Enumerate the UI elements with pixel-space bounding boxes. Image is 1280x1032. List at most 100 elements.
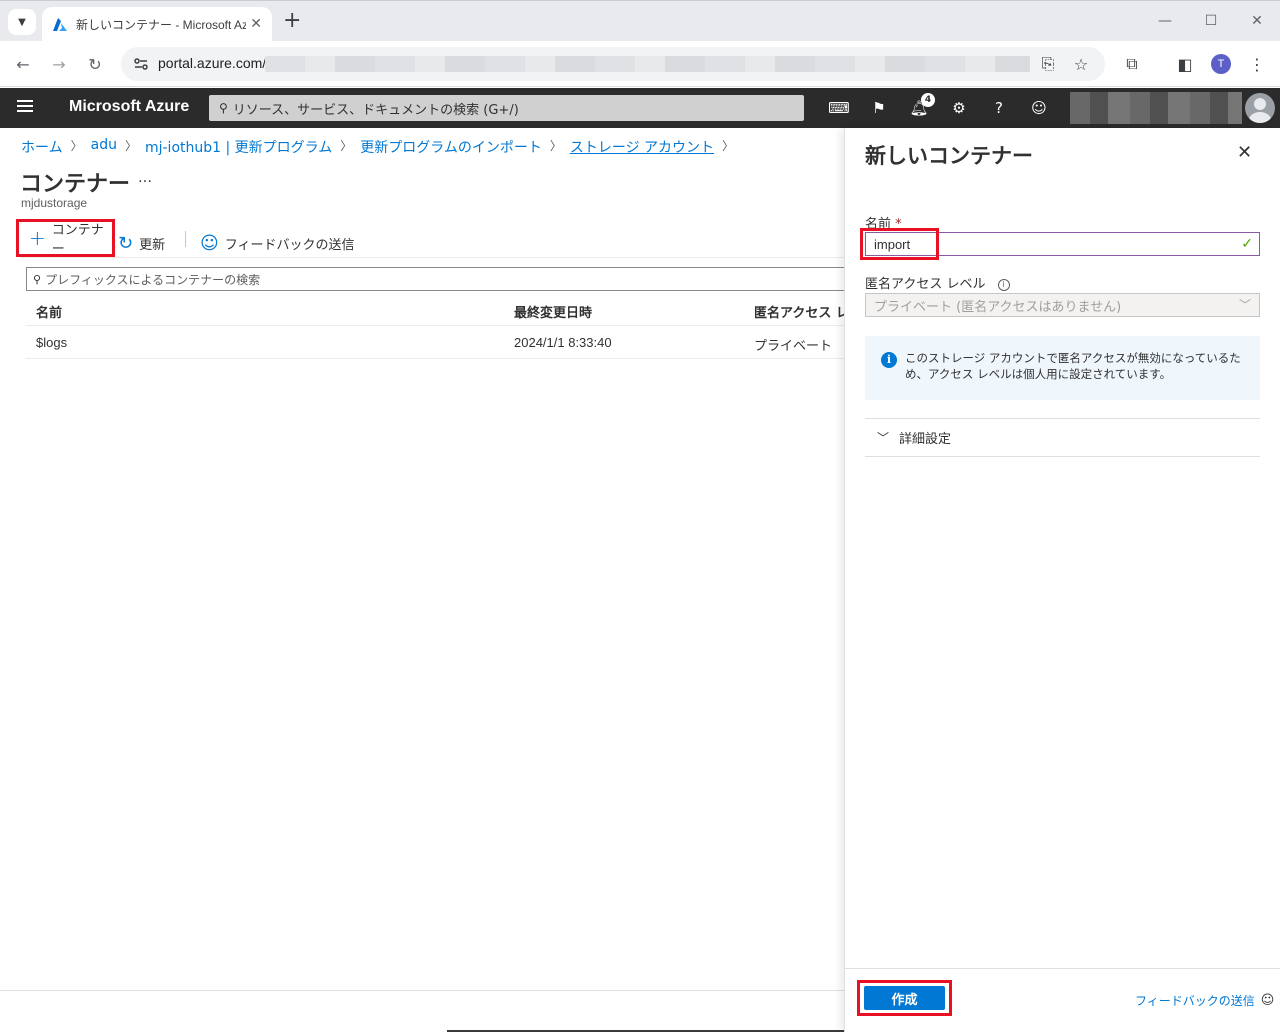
divider [0, 990, 845, 991]
maximize-icon[interactable]: ☐ [1188, 1, 1234, 41]
hamburger-menu-icon[interactable] [17, 100, 33, 114]
blade-title: 新しいコンテナー [865, 144, 1033, 168]
profile-avatar[interactable]: T [1211, 54, 1231, 74]
url-text: portal.azure.com/ [158, 55, 267, 71]
more-options-icon[interactable]: … [138, 170, 152, 186]
breadcrumb-import-update[interactable]: 更新プログラムのインポート [360, 137, 542, 157]
info-message-text: このストレージ アカウントで匿名アクセスが無効になっているため、アクセス レベル… [905, 351, 1241, 381]
table-row[interactable]: $logs 2024/1/1 8:33:40 プライベート [26, 326, 844, 359]
container-search-input[interactable]: ⚲ プレフィックスによるコンテナーの検索 [26, 267, 856, 291]
forward-icon[interactable]: → [47, 52, 71, 76]
window-controls: — ☐ ✕ [1142, 1, 1280, 41]
bookmark-star-icon[interactable]: ☆ [1071, 54, 1091, 74]
refresh-button[interactable]: ↻ 更新 [118, 228, 165, 258]
info-icon[interactable]: i [997, 279, 1010, 291]
cloud-shell-icon[interactable]: ⌨ [828, 98, 850, 118]
breadcrumb-adu[interactable]: adu [91, 137, 117, 157]
name-highlight-box [860, 228, 939, 260]
column-header-name[interactable]: 名前 [36, 302, 62, 321]
chevron-down-icon: ▼ [18, 16, 26, 28]
reload-icon[interactable]: ↻ [83, 52, 107, 76]
feedback-icon[interactable]: ☺ [1029, 98, 1049, 118]
browser-tab[interactable]: 新しいコンテナー - Microsoft Azure ✕ [42, 7, 272, 42]
chevron-right-icon: 〉 [70, 139, 83, 153]
toolbar-divider-line [20, 257, 845, 258]
refresh-icon: ↻ [118, 232, 134, 254]
chevron-down-icon: ﹀ [877, 431, 890, 445]
omnibox[interactable]: portal.azure.com/ ⎘ ☆ [121, 47, 1105, 81]
divider [865, 456, 1260, 457]
extensions-icon[interactable]: ⧉ [1121, 53, 1143, 75]
tab-title: 新しいコンテナー - Microsoft Azure [76, 18, 246, 32]
site-settings-icon[interactable] [133, 56, 149, 72]
breadcrumb-iothub-updates[interactable]: mj-iothub1 | 更新プログラム [145, 137, 332, 157]
plus-icon: + [29, 226, 46, 250]
toolbar-divider [185, 231, 186, 247]
refresh-label: 更新 [139, 237, 166, 253]
column-header-modified[interactable]: 最終変更日時 [514, 302, 592, 321]
close-icon[interactable]: ✕ [250, 16, 262, 32]
access-level-value: プライベート (匿名アクセスはありません) [874, 299, 1122, 315]
access-level-label: 匿名アクセス レベル i [865, 273, 1010, 292]
search-icon: ⚲ [33, 272, 42, 286]
new-container-blade: 新しいコンテナー ✕ 名前 * import ✓ 匿名アクセス レベル i プラ… [844, 128, 1280, 1032]
chevron-right-icon: 〉 [722, 139, 735, 153]
table-header: 名前 最終変更日時 匿名アクセス レベ [26, 293, 862, 326]
create-button[interactable]: 作成 [864, 986, 945, 1010]
advanced-settings-toggle[interactable]: ﹀ 詳細設定 [877, 428, 951, 447]
azure-brand[interactable]: Microsoft Azure [69, 98, 189, 116]
browser-tab-bar: ▼ 新しいコンテナー - Microsoft Azure ✕ + — ☐ ✕ [0, 0, 1280, 42]
cell-name[interactable]: $logs [36, 335, 67, 350]
more-menu-icon[interactable]: ⋮ [1246, 53, 1268, 75]
divider [865, 418, 1260, 419]
account-avatar[interactable] [1245, 93, 1275, 123]
chevron-down-icon: ﹀ [1238, 298, 1251, 312]
back-icon[interactable]: ← [11, 52, 35, 76]
breadcrumb-storage-account[interactable]: ストレージ アカウント [570, 137, 714, 157]
page-subtitle: mjdustorage [21, 196, 88, 210]
info-icon: i [881, 352, 897, 368]
chevron-right-icon: 〉 [340, 139, 353, 153]
breadcrumb-home[interactable]: ホーム [21, 137, 63, 157]
filter-placeholder: プレフィックスによるコンテナーの検索 [45, 272, 261, 287]
global-search-input[interactable]: ⚲ リソース、サービス、ドキュメントの検索 (G+/) [209, 95, 804, 121]
info-message: i このストレージ アカウントで匿名アクセスが無効になっているため、アクセス レ… [865, 336, 1260, 400]
feedback-label: フィードバックの送信 [224, 237, 355, 253]
containers-table: 名前 最終変更日時 匿名アクセス レベ $logs 2024/1/1 8:33:… [26, 293, 862, 359]
cell-modified: 2024/1/1 8:33:40 [514, 335, 612, 350]
close-icon[interactable]: ✕ [1237, 142, 1252, 163]
minimize-icon[interactable]: — [1142, 1, 1188, 41]
window-close-icon[interactable]: ✕ [1234, 1, 1280, 41]
chevron-right-icon: 〉 [549, 139, 562, 153]
checkmark-icon: ✓ [1241, 235, 1253, 251]
azure-logo-icon [53, 17, 67, 31]
access-level-label-text: 匿名アクセス レベル [865, 277, 986, 292]
advanced-settings-label: 詳細設定 [899, 432, 952, 447]
feedback-button[interactable]: ☺ フィードバックの送信 [200, 228, 355, 258]
chevron-right-icon: 〉 [124, 139, 137, 153]
search-placeholder: リソース、サービス、ドキュメントの検索 (G+/) [232, 102, 519, 118]
breadcrumb: ホーム〉 adu 〉 mj-iothub1 | 更新プログラム〉 更新プログラムの… [21, 137, 742, 157]
feedback-person-icon: ☺ [1260, 993, 1275, 1008]
blade-feedback-label: フィードバックの送信 [1135, 994, 1255, 1008]
cell-access: プライベート [754, 338, 833, 353]
address-bar: ← → ↻ portal.azure.com/ ⎘ ☆ ⧉ ◧ T ⋮ [0, 41, 1280, 87]
tab-search-button[interactable]: ▼ [8, 9, 36, 35]
help-icon[interactable]: ? [989, 98, 1009, 118]
side-panel-icon[interactable]: ◧ [1174, 53, 1196, 75]
page-title: コンテナー [20, 172, 131, 197]
install-app-icon[interactable]: ⎘ [1038, 54, 1058, 74]
settings-gear-icon[interactable]: ⚙ [949, 98, 969, 118]
add-container-button[interactable]: + コンテナー [16, 219, 115, 257]
notification-badge: 4 [921, 93, 935, 107]
feedback-person-icon: ☺ [200, 232, 219, 254]
add-container-label: コンテナー [51, 223, 104, 257]
access-level-select[interactable]: プライベート (匿名アクセスはありません) ﹀ [865, 293, 1260, 317]
search-icon: ⚲ [219, 101, 228, 115]
account-info-redacted[interactable] [1070, 92, 1242, 124]
footer-divider [845, 968, 1280, 969]
new-tab-button[interactable]: + [283, 9, 301, 33]
blade-feedback-link[interactable]: フィードバックの送信 ☺ [1135, 992, 1274, 1009]
directory-filter-icon[interactable]: ⚑ [869, 98, 889, 118]
url-redacted [265, 56, 1030, 72]
